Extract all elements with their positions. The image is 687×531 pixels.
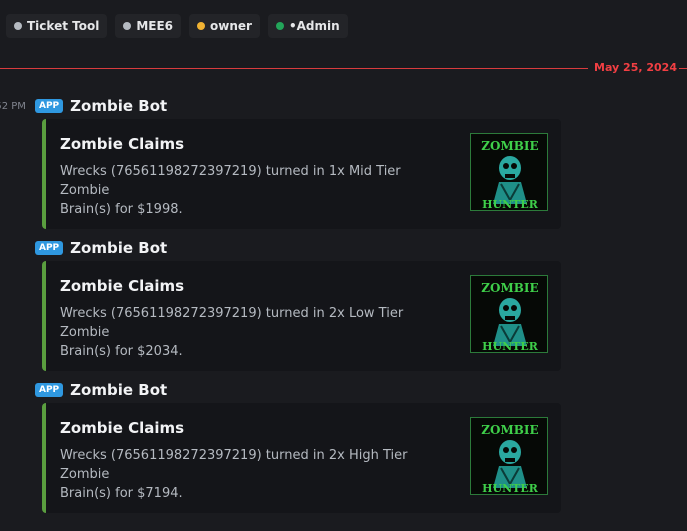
thumbnail-text-bottom: HUNTER (482, 340, 539, 353)
embed-title: Zombie Claims (60, 135, 185, 153)
role-color-dot (197, 22, 206, 30)
zombie-hunter-logo-icon: ZOMBIE HUNTER (471, 418, 547, 495)
role-color-dot (123, 22, 132, 30)
embed-description: Wrecks (76561198272397219) turned in 2x … (60, 446, 450, 503)
embed-title: Zombie Claims (60, 419, 185, 437)
thumbnail-text-bottom: HUNTER (482, 482, 539, 495)
role-chip-ticket-tool[interactable]: Ticket Tool (6, 14, 108, 38)
embed-description-line: Brain(s) for $2034. (60, 344, 183, 359)
thumbnail-text-bottom: HUNTER (482, 198, 539, 211)
role-chip-admin[interactable]: •Admin (267, 14, 348, 38)
zombie-hunter-logo-icon: ZOMBIE HUNTER (471, 276, 547, 353)
date-divider-label: May 25, 2024 (588, 61, 679, 74)
author-name[interactable]: Zombie Bot (70, 381, 167, 399)
embed-description: Wrecks (76561198272397219) turned in 2x … (60, 304, 450, 361)
embed-description-line: Brain(s) for $7194. (60, 486, 183, 501)
role-list: Ticket Tool MEE6 owner •Admin (6, 14, 348, 38)
role-label: Ticket Tool (27, 19, 100, 33)
embed-description-line: Brain(s) for $1998. (60, 202, 183, 217)
thumbnail-text-top: ZOMBIE (481, 281, 538, 295)
embed-title: Zombie Claims (60, 277, 185, 295)
zombie-hunter-logo-icon: ZOMBIE HUNTER (471, 134, 547, 211)
role-chip-owner[interactable]: owner (189, 14, 260, 38)
embed-thumbnail[interactable]: ZOMBIE HUNTER (470, 275, 548, 353)
app-tag: APP (35, 383, 64, 397)
embed-card: Zombie Claims Wrecks (76561198272397219)… (42, 403, 561, 513)
app-tag: APP (35, 99, 64, 113)
embed-description-line: Wrecks (76561198272397219) turned in 2x … (60, 306, 404, 340)
message-header: APP Zombie Bot (35, 97, 167, 115)
date-divider: May 25, 2024 (0, 61, 687, 74)
role-label: MEE6 (136, 19, 174, 33)
role-chip-mee6[interactable]: MEE6 (115, 14, 182, 38)
embed-card: Zombie Claims Wrecks (76561198272397219)… (42, 119, 561, 229)
role-label: owner (210, 19, 252, 33)
app-tag: APP (35, 241, 64, 255)
embed-thumbnail[interactable]: ZOMBIE HUNTER (470, 417, 548, 495)
role-label: •Admin (288, 19, 340, 33)
author-name[interactable]: Zombie Bot (70, 239, 167, 257)
divider-line (0, 68, 687, 69)
thumbnail-text-top: ZOMBIE (481, 423, 538, 437)
embed-card: Zombie Claims Wrecks (76561198272397219)… (42, 261, 561, 371)
embed-description-line: Wrecks (76561198272397219) turned in 2x … (60, 448, 408, 482)
embed-description-line: Wrecks (76561198272397219) turned in 1x … (60, 164, 401, 198)
message-header: APP Zombie Bot (35, 381, 167, 399)
role-color-dot (14, 22, 22, 30)
embed-description: Wrecks (76561198272397219) turned in 1x … (60, 162, 450, 219)
embed-thumbnail[interactable]: ZOMBIE HUNTER (470, 133, 548, 211)
role-color-dot (275, 22, 284, 30)
message-header: APP Zombie Bot (35, 239, 167, 257)
thumbnail-text-top: ZOMBIE (481, 139, 538, 153)
author-name[interactable]: Zombie Bot (70, 97, 167, 115)
message-timestamp[interactable]: :52 PM (0, 101, 26, 112)
